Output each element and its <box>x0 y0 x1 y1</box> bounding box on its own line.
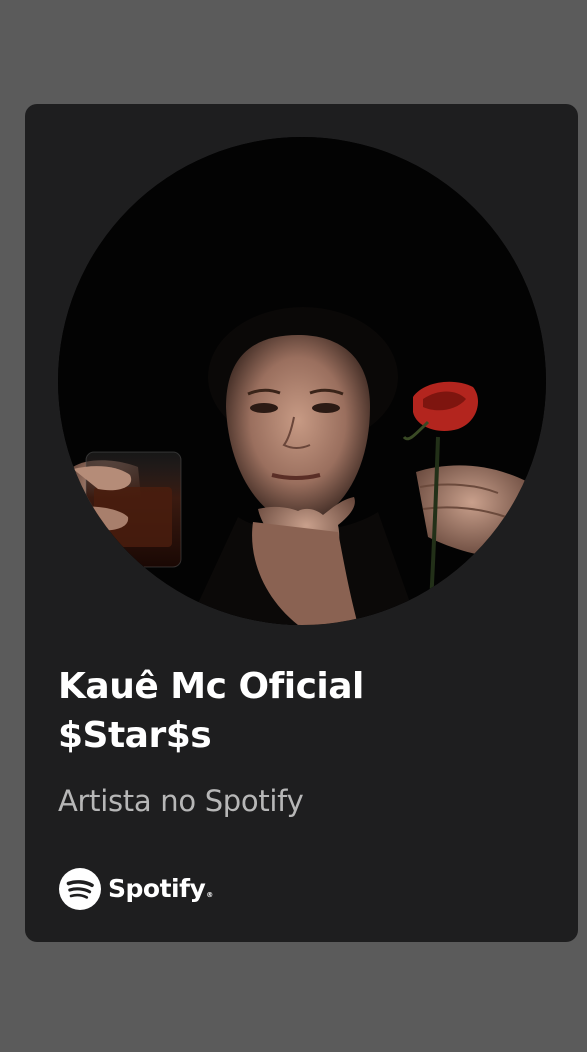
spotify-wordmark-text: Spotify <box>108 874 206 903</box>
registered-mark: ® <box>206 891 213 899</box>
spotify-logo-icon <box>59 868 101 910</box>
artist-photo <box>58 137 546 625</box>
artist-photo-illustration <box>58 137 546 625</box>
artist-name-line-1: Kauê Mc Oficial <box>58 666 364 707</box>
spotify-brand: Spotify® <box>59 868 213 910</box>
artist-name-line-2: $Star$s <box>58 715 212 756</box>
artist-share-card[interactable]: Kauê Mc Oficial $Star$s Artista no Spoti… <box>25 104 578 942</box>
artist-subtitle: Artista no Spotify <box>58 784 304 818</box>
artist-name: Kauê Mc Oficial $Star$s <box>58 662 538 760</box>
spotify-wordmark: Spotify® <box>108 868 213 910</box>
